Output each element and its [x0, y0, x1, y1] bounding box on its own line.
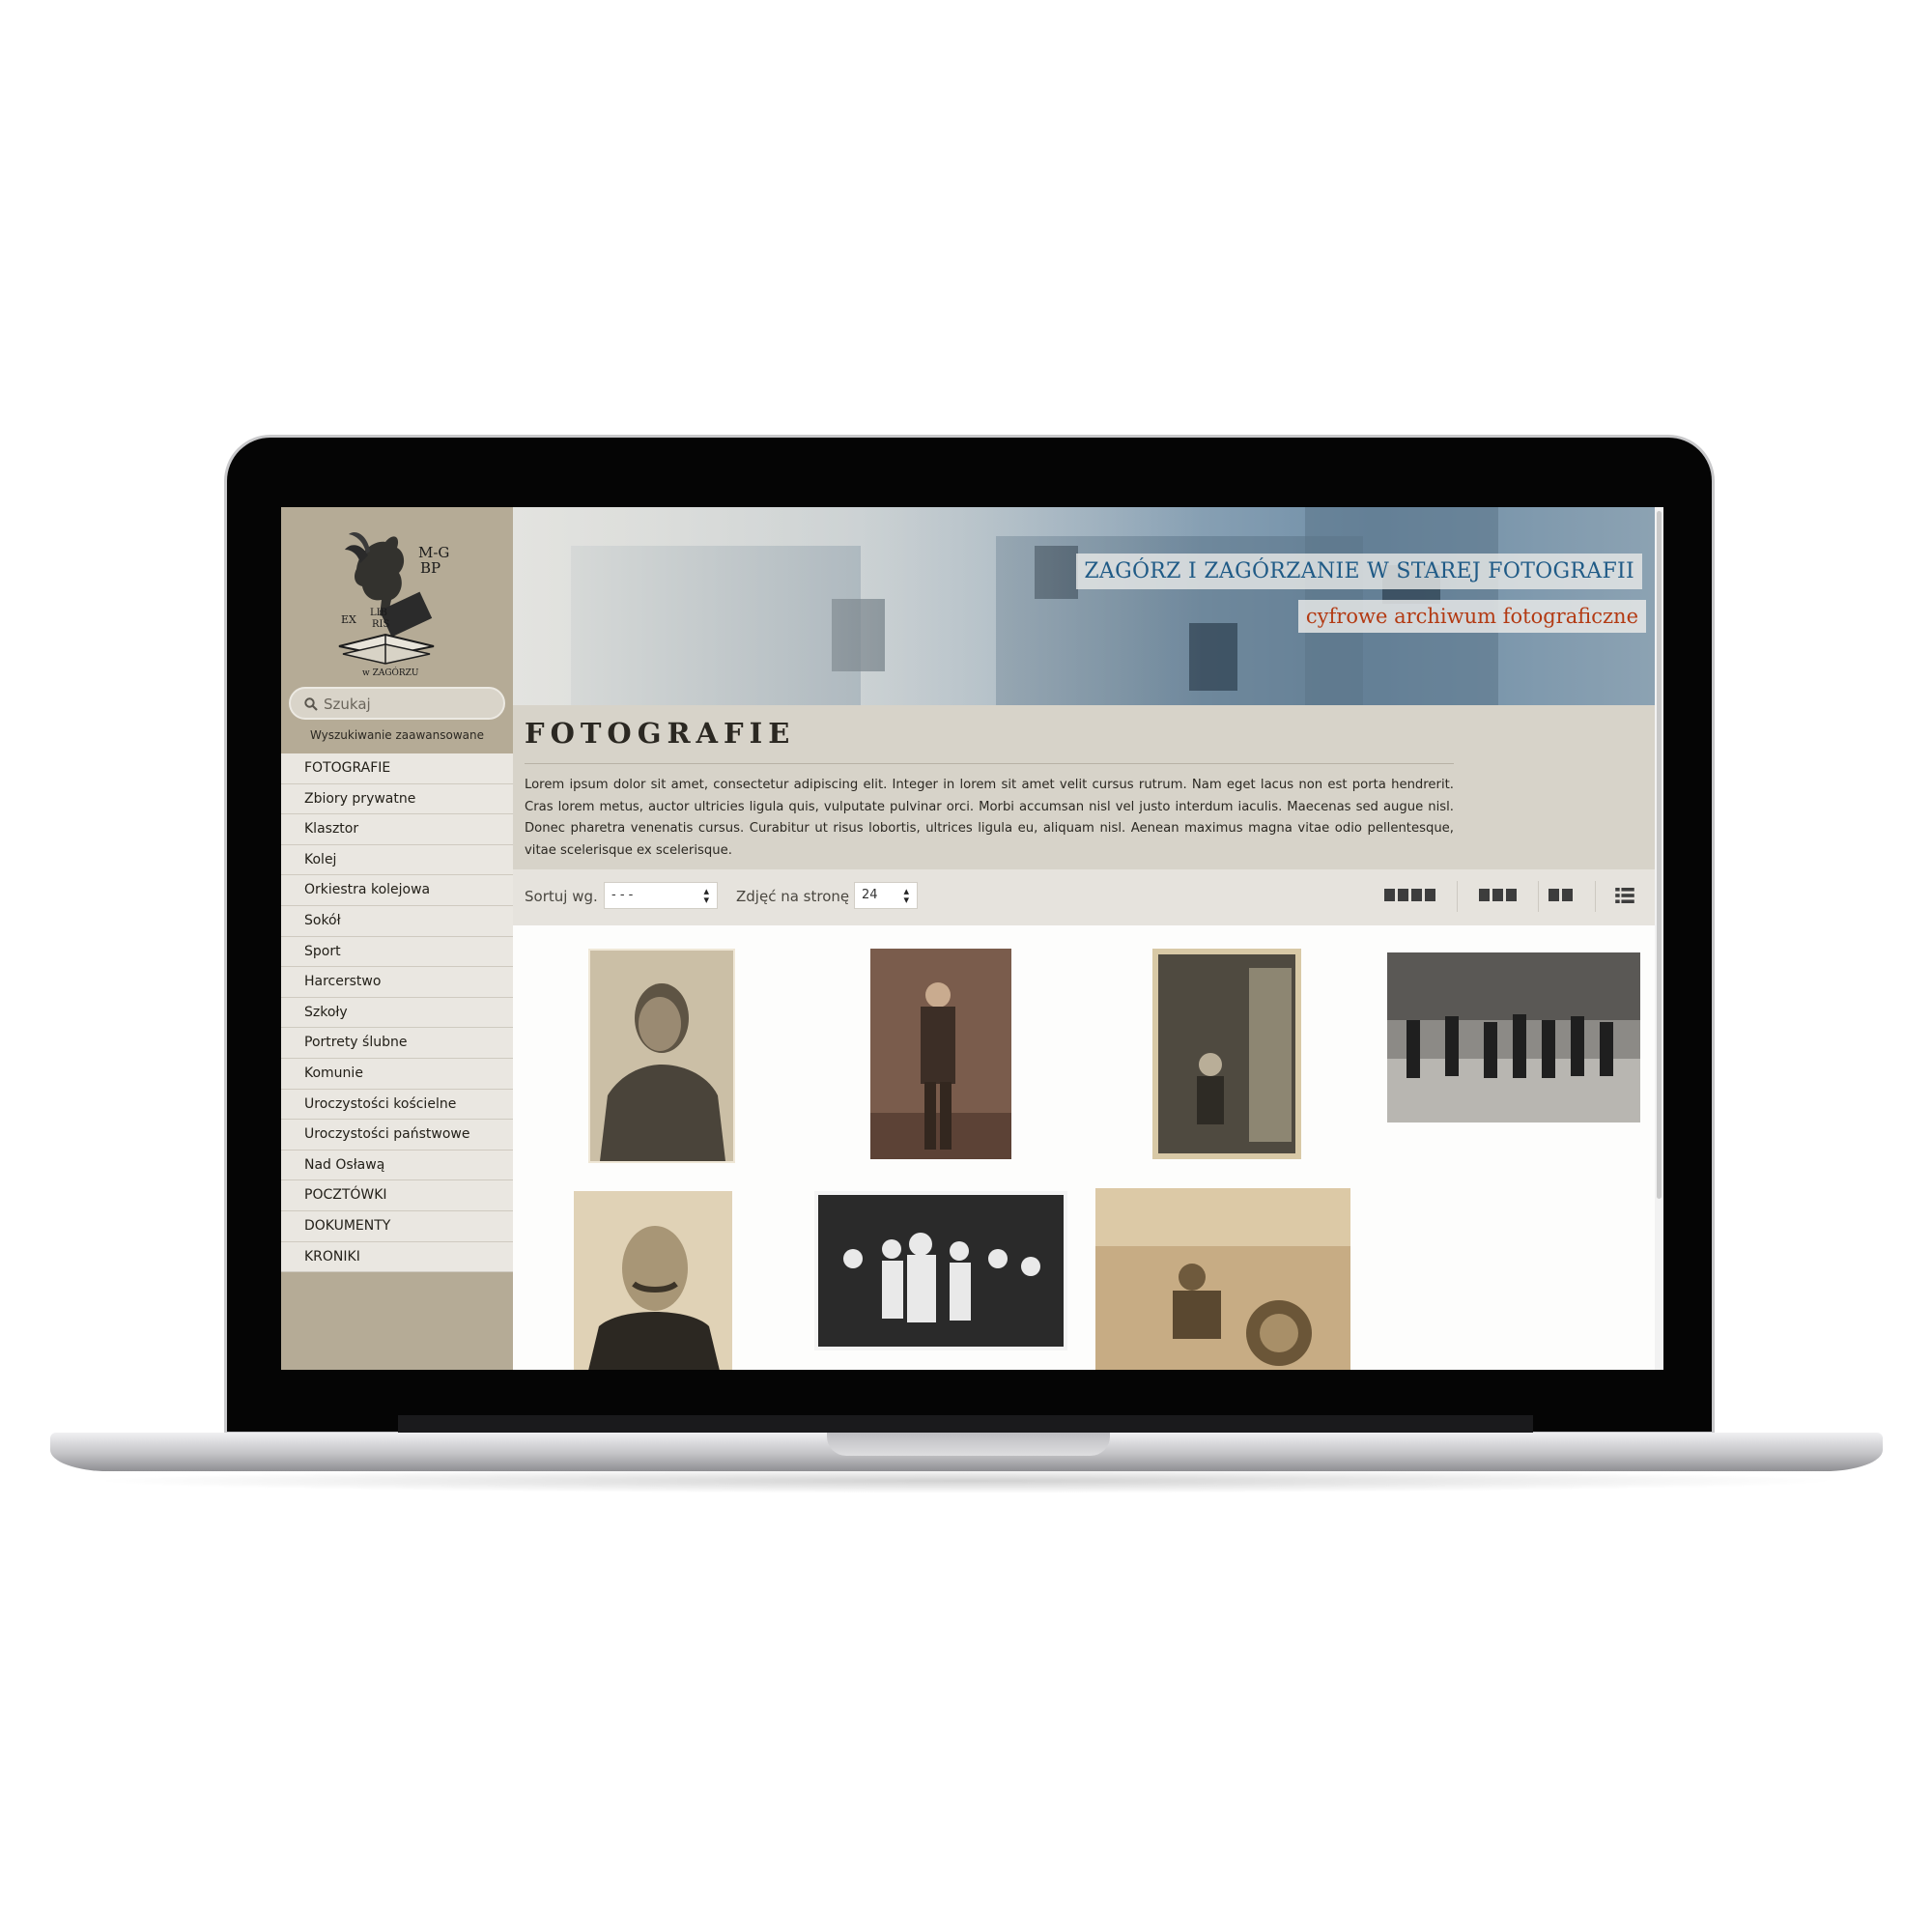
grid-4-icon[interactable] — [1384, 889, 1435, 904]
browser-screen: M-G BP EX LIB RIS w ZAGÓRZU Szukaj Wyszu… — [281, 507, 1663, 1370]
header-banner: ZAGÓRZ I ZAGÓRZANIE W STAREJ FOTOGRAFII … — [513, 507, 1663, 705]
grid-2-icon[interactable] — [1548, 889, 1573, 904]
site-title[interactable]: ZAGÓRZ I ZAGÓRZANIE W STAREJ FOTOGRAFII — [1076, 554, 1642, 589]
select-arrows-icon: ▴ ▾ — [903, 885, 909, 906]
sidebar-item-kroniki[interactable]: KRONIKI — [281, 1242, 513, 1273]
sidebar-item-komunie[interactable]: Komunie — [281, 1059, 513, 1090]
intro-text: Lorem ipsum dolor sit amet, consectetur … — [525, 778, 1454, 858]
sidebar-item-pocztowki[interactable]: POCZTÓWKI — [281, 1180, 513, 1211]
sidebar-item-szkoly[interactable]: Szkoły — [281, 998, 513, 1029]
photo-gallery — [513, 925, 1663, 1370]
sidebar-item-fotografie[interactable]: FOTOGRAFIE — [281, 753, 513, 784]
gallery-photo-child-at-door[interactable] — [1152, 949, 1301, 1159]
laptop-notch — [827, 1433, 1110, 1456]
per-page-select[interactable]: 24 ▴ ▾ — [854, 882, 918, 909]
advanced-search-link[interactable]: Wyszukiwanie zaawansowane — [281, 728, 513, 742]
gallery-photo-portrait-soldier[interactable] — [588, 949, 735, 1163]
sidebar-item-nad-oslawa[interactable]: Nad Osławą — [281, 1151, 513, 1181]
svg-text:LIB: LIB — [370, 608, 387, 618]
grid-3-icon[interactable] — [1479, 889, 1517, 904]
gallery-photo-standing-officer[interactable] — [870, 949, 1011, 1159]
title-divider — [525, 763, 1454, 764]
list-icon[interactable] — [1614, 888, 1635, 903]
library-logo[interactable]: M-G BP EX LIB RIS w ZAGÓRZU — [329, 523, 455, 678]
svg-text:BP: BP — [420, 559, 440, 577]
sidebar-item-sokol[interactable]: Sokół — [281, 906, 513, 937]
sidebar-item-zbiory-prywatne[interactable]: Zbiory prywatne — [281, 784, 513, 815]
sidebar-item-uroczystosci-panstwowe[interactable]: Uroczystości państwowe — [281, 1120, 513, 1151]
svg-text:w ZAGÓRZU: w ZAGÓRZU — [362, 667, 419, 677]
laptop-shadow — [87, 1468, 1845, 1493]
page-title: FOTOGRAFIE — [525, 717, 796, 750]
sidebar-item-dokumenty[interactable]: DOKUMENTY — [281, 1211, 513, 1242]
gallery-toolbar: Sortuj wg. - - - ▴ ▾ Zdjęć na stronę 24 ▴… — [513, 869, 1663, 925]
sidebar-item-portrety-slubne[interactable]: Portrety ślubne — [281, 1028, 513, 1059]
sidebar-item-kolej[interactable]: Kolej — [281, 845, 513, 876]
intro-section: FOTOGRAFIE Lorem ipsum dolor sit amet, c… — [513, 705, 1663, 869]
sidebar-item-klasztor[interactable]: Klasztor — [281, 814, 513, 845]
search-input[interactable]: Szukaj — [289, 687, 505, 720]
sort-label: Sortuj wg. — [525, 888, 598, 905]
sidebar-item-sport[interactable]: Sport — [281, 937, 513, 968]
search-icon — [304, 697, 318, 711]
gallery-photo-marching-parade[interactable] — [1387, 952, 1640, 1122]
sidebar-item-uroczystosci-koscielne[interactable]: Uroczystości kościelne — [281, 1090, 513, 1121]
svg-text:RIS: RIS — [372, 619, 389, 630]
per-page-label: Zdjęć na stronę — [736, 888, 850, 905]
svg-text:EX: EX — [341, 613, 356, 626]
select-arrows-icon: ▴ ▾ — [703, 885, 709, 906]
per-page-value: 24 — [862, 888, 878, 902]
sidebar: M-G BP EX LIB RIS w ZAGÓRZU Szukaj Wyszu… — [281, 507, 513, 1370]
site-subtitle: cyfrowe archiwum fotograficzne — [1297, 600, 1646, 633]
gallery-photo-nativity-group[interactable] — [814, 1191, 1067, 1350]
sidebar-item-harcerstwo[interactable]: Harcerstwo — [281, 967, 513, 998]
sort-select-value: - - - — [611, 888, 634, 902]
search-placeholder: Szukaj — [324, 696, 371, 713]
sidebar-item-orkiestra-kolejowa[interactable]: Orkiestra kolejowa — [281, 875, 513, 906]
page-scrollbar-thumb[interactable] — [1657, 511, 1662, 1199]
sort-select[interactable]: - - - ▴ ▾ — [604, 882, 718, 909]
gallery-photo-mustached-man[interactable] — [574, 1191, 732, 1370]
sidebar-nav: FOTOGRAFIE Zbiory prywatne Klasztor Kole… — [281, 753, 513, 1273]
gallery-photo-man-on-cart[interactable] — [1095, 1188, 1350, 1370]
